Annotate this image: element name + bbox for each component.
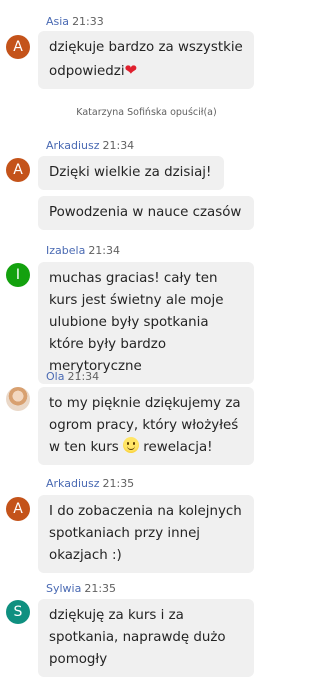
heart-emoji-icon: ❤ xyxy=(124,61,138,79)
avatar-initial: A xyxy=(13,39,23,55)
message-bubble[interactable]: Powodzenia w nauce czasów xyxy=(38,196,254,230)
message-header: Arkadiusz 21:35 xyxy=(46,477,134,490)
author-name[interactable]: Ola xyxy=(46,370,64,383)
avatar-photo[interactable] xyxy=(6,387,30,411)
message-text: rewelacja! xyxy=(143,440,213,455)
avatar-initial: S xyxy=(13,604,23,620)
message-bubble[interactable]: Dzięki wielkie za dzisiaj! xyxy=(38,156,224,190)
message-bubble[interactable]: dziękuję za kurs i za spotkania, naprawd… xyxy=(38,599,254,677)
avatar-initial: A xyxy=(13,501,23,517)
author-name[interactable]: Arkadiusz xyxy=(46,477,99,490)
timestamp: 21:33 xyxy=(72,15,104,28)
message-header: Ola 21:34 xyxy=(46,370,99,383)
avatar[interactable]: A xyxy=(6,35,30,59)
system-notice: Katarzyna Sofińska opuścił(a) xyxy=(76,107,217,118)
message-text: dziękuję za kurs i za spotkania, naprawd… xyxy=(49,608,226,667)
message-text: I do zobaczenia na kolejnych spotkaniach… xyxy=(49,504,242,563)
message-header: Arkadiusz 21:34 xyxy=(46,139,134,152)
timestamp: 21:34 xyxy=(67,370,100,383)
message-text: dziękuje bardzo za wszystkie odpowiedzi xyxy=(49,40,243,79)
message-header: Asia 21:33 xyxy=(46,15,104,28)
message-bubble[interactable]: to my pięknie dziękujemy za ogrom pracy,… xyxy=(38,387,254,465)
author-name[interactable]: Izabela xyxy=(46,244,85,257)
message-bubble[interactable]: I do zobaczenia na kolejnych spotkaniach… xyxy=(38,495,254,573)
avatar-initial: I xyxy=(15,267,21,283)
avatar[interactable]: A xyxy=(6,158,30,182)
author-name[interactable]: Asia xyxy=(46,15,69,28)
avatar[interactable]: A xyxy=(6,497,30,521)
message-text: Powodzenia w nauce czasów xyxy=(49,205,242,220)
timestamp: 21:35 xyxy=(84,582,117,595)
message-header: Sylwia 21:35 xyxy=(46,582,116,595)
message-bubble[interactable]: dziękuje bardzo za wszystkie odpowiedzi❤ xyxy=(38,31,254,89)
timestamp: 21:34 xyxy=(88,244,121,257)
timestamp: 21:34 xyxy=(102,139,135,152)
author-name[interactable]: Arkadiusz xyxy=(46,139,99,152)
message-text: Dzięki wielkie za dzisiaj! xyxy=(49,165,212,180)
avatar[interactable]: I xyxy=(6,263,30,287)
avatar-initial: A xyxy=(13,162,23,178)
author-name[interactable]: Sylwia xyxy=(46,582,81,595)
avatar[interactable]: S xyxy=(6,600,30,624)
message-text: muchas gracias! cały ten kurs jest świet… xyxy=(49,271,224,374)
smiley-emoji-icon xyxy=(123,437,140,453)
message-header: Izabela 21:34 xyxy=(46,244,120,257)
timestamp: 21:35 xyxy=(102,477,135,490)
message-bubble[interactable]: muchas gracias! cały ten kurs jest świet… xyxy=(38,262,254,384)
